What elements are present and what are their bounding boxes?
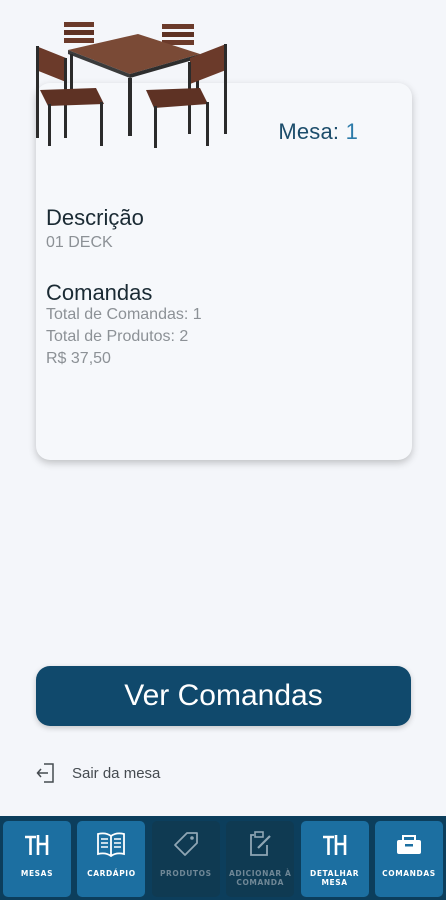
sair-da-mesa-label: Sair da mesa [72, 764, 161, 782]
nav-adicionar-comanda[interactable]: ADICIONAR À COMANDA [226, 821, 295, 897]
nav-adicionar-label-line2: COMANDA [236, 878, 284, 887]
total-valor: R$ 37,50 [46, 350, 111, 367]
nav-detalhar-mesa[interactable]: DETALHAR MESA [300, 821, 369, 897]
nav-produtos-label: PRODUTOS [159, 869, 212, 878]
nav-detalhar-label-line2: MESA [321, 878, 348, 887]
table-icon [322, 835, 346, 855]
nav-cardapio-label: CARDÁPIO [87, 869, 136, 878]
nav-adicionar-comanda-label: ADICIONAR À COMANDA [229, 869, 291, 887]
nav-cardapio[interactable]: CARDÁPIO [77, 821, 146, 897]
add-order-icon [250, 831, 271, 856]
total-produtos: Total de Produtos: 2 [46, 328, 189, 345]
table-icon [25, 835, 49, 855]
bottom-navigation: MESAS CARDÁPIO PRODUTOS ADICIONAR À COMA… [0, 816, 446, 900]
nav-comandas-label: COMANDAS [382, 869, 436, 878]
nav-produtos[interactable]: PRODUTOS [151, 821, 220, 897]
descricao-value: 01 DECK [46, 234, 113, 251]
descricao-title: Descrição [46, 205, 144, 230]
sair-da-mesa-link[interactable]: Sair da mesa [36, 762, 160, 784]
total-comandas: Total de Comandas: 1 [46, 306, 202, 323]
tag-icon [173, 832, 198, 856]
mesa-label-text: Mesa: [278, 119, 340, 144]
nav-adicionar-label-line1: ADICIONAR À [228, 869, 292, 878]
ver-comandas-button[interactable]: Ver Comandas [36, 666, 411, 726]
nav-detalhar-label-line1: DETALHAR [310, 869, 360, 878]
table-number-label: Mesa: 1 [278, 119, 358, 145]
nav-detalhar-mesa-label: DETALHAR MESA [310, 869, 359, 887]
table-with-chairs-image [36, 22, 227, 148]
logout-icon [36, 763, 54, 783]
comandas-title: Comandas [46, 280, 153, 305]
nav-mesas[interactable]: MESAS [3, 821, 71, 897]
book-icon [97, 832, 126, 857]
nav-comandas[interactable]: COMANDAS [374, 821, 443, 897]
mesa-number: 1 [345, 119, 358, 144]
order-box-icon [396, 835, 421, 854]
nav-mesas-label: MESAS [20, 869, 54, 878]
